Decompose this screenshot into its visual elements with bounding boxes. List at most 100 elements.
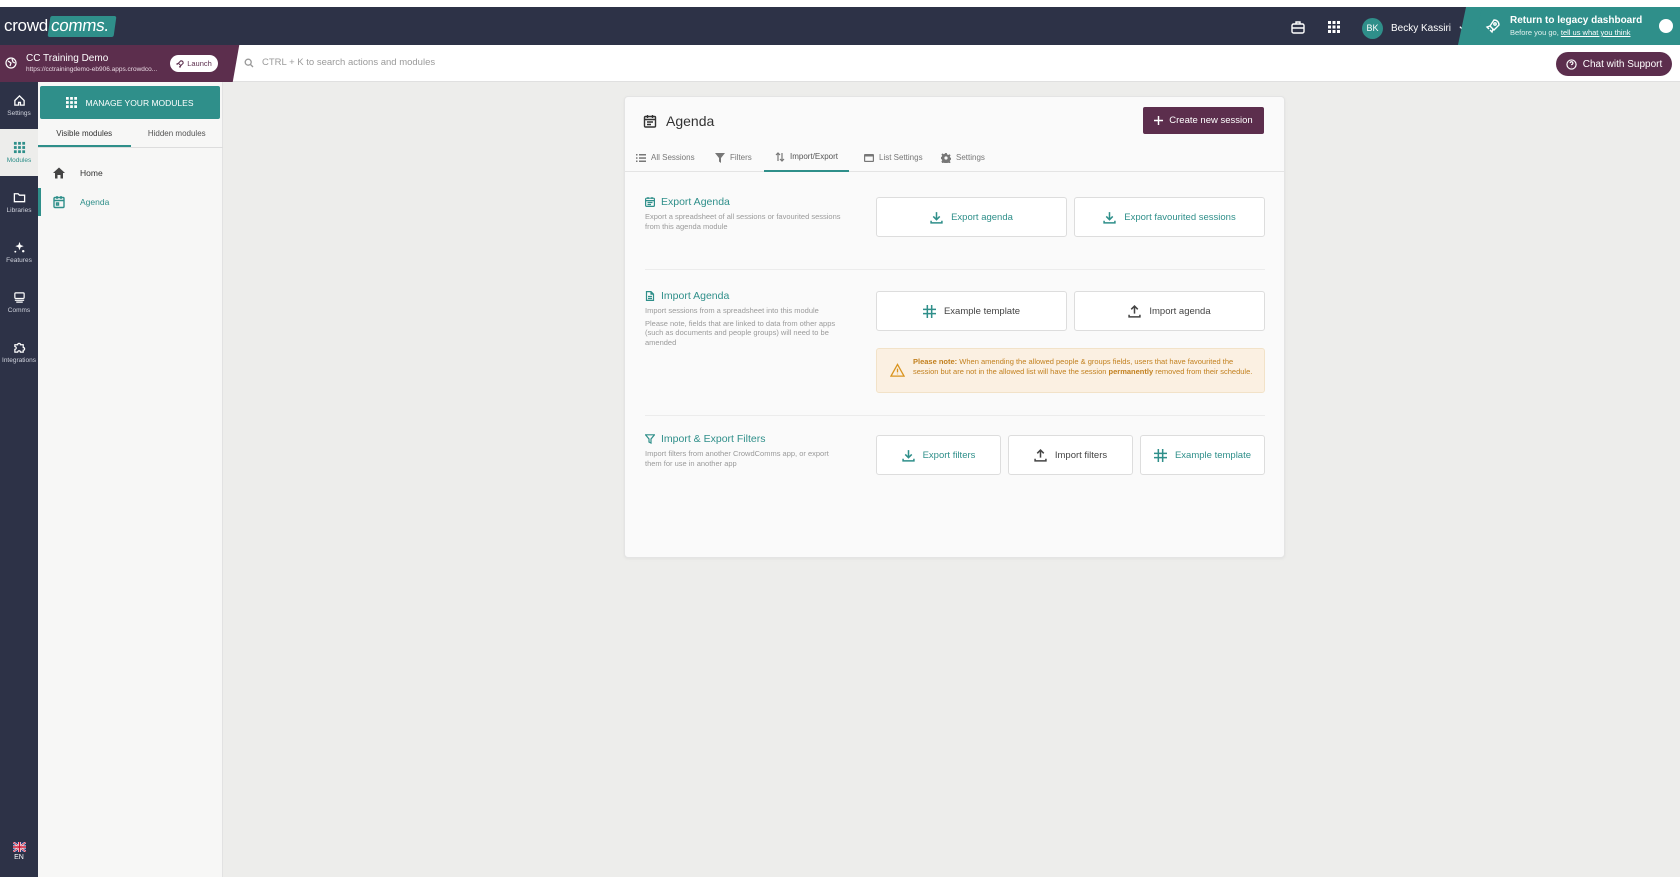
apps-grid-icon[interactable] [1326, 19, 1342, 35]
swap-vertical-icon [775, 151, 785, 162]
export-filters-button[interactable]: Export filters [876, 435, 1001, 475]
user-name: Becky Kassiri [1391, 22, 1452, 34]
grid-icon [66, 97, 78, 108]
module-label: Home [80, 168, 103, 178]
download-icon [1103, 211, 1116, 224]
crowdcomms-logo[interactable]: crowd comms. [4, 16, 117, 37]
legacy-sub-prefix: Before you go, [1510, 28, 1561, 37]
create-new-session-button[interactable]: Create new session [1143, 107, 1264, 134]
modules-panel: MANAGE YOUR MODULES Visible modules Hidd… [38, 82, 223, 877]
import-agenda-button[interactable]: Import agenda [1074, 291, 1265, 331]
app-bar: CC Training Demo https://cctrainingdemo-… [0, 45, 1680, 82]
module-item-home[interactable]: Home [38, 159, 223, 187]
folder-icon [13, 193, 25, 203]
feedback-link[interactable]: tell us what you think [1561, 28, 1631, 37]
gear-icon [941, 152, 951, 163]
plus-icon [1154, 116, 1164, 125]
button-label: Export agenda [951, 211, 1013, 223]
rail-label: Libraries [6, 207, 32, 214]
puzzle-icon [13, 342, 25, 353]
top-navigation-bar: crowd comms. BK Becky Kassiri [0, 7, 1680, 45]
hash-grid-icon [1153, 448, 1167, 462]
tab-label: All Sessions [651, 153, 695, 162]
user-menu[interactable]: BK Becky Kassiri [1362, 17, 1468, 39]
logo-text-a: crowd [4, 16, 48, 35]
comms-icon [13, 292, 25, 303]
button-label: Example template [943, 305, 1021, 317]
filter-icon [645, 434, 655, 444]
manage-modules-label: MANAGE YOUR MODULES [85, 97, 194, 108]
example-template-button[interactable]: Example template [876, 291, 1067, 331]
rocket-small-icon [176, 59, 184, 68]
section-description: Export a spreadsheet of all sessions or … [645, 212, 841, 231]
section-description-note: Please note, fields that are linked to d… [645, 318, 836, 347]
list-icon [636, 153, 646, 162]
rail-label: Modules [6, 157, 32, 164]
upload-icon [1128, 304, 1142, 318]
launch-label: Launch [187, 59, 212, 68]
import-filters-button[interactable]: Import filters [1008, 435, 1133, 475]
tab-label: Import/Export [790, 152, 839, 161]
section-description: Import sessions from a spreadsheet into … [645, 306, 819, 315]
tab-import-export[interactable]: Import/Export [764, 143, 850, 172]
tab-filters[interactable]: Filters [704, 143, 763, 172]
warning-text: Please note: When amending the allowed p… [913, 357, 1253, 376]
tab-label: List Settings [879, 153, 923, 162]
section-title-text: Import Agenda [661, 290, 730, 302]
tab-list-settings[interactable]: List Settings [853, 143, 934, 172]
tab-hidden-modules[interactable]: Hidden modules [131, 124, 224, 147]
tab-label: Settings [956, 153, 985, 162]
tab-visible-modules[interactable]: Visible modules [38, 124, 131, 147]
note-bold: Please note: [913, 357, 958, 366]
sparkle-icon [13, 241, 24, 253]
button-label: Export filters [922, 449, 976, 461]
language-selector[interactable]: EN [0, 841, 38, 861]
rail-item-features[interactable]: Features [0, 229, 38, 276]
rail-label: Features [6, 257, 32, 264]
rocket-icon [1485, 19, 1500, 34]
download-icon [930, 211, 943, 224]
section-divider [645, 269, 1265, 270]
window-icon [864, 153, 874, 162]
help-circle-icon [1566, 58, 1577, 70]
rail-item-comms[interactable]: Comms [0, 279, 38, 326]
page-title: Agenda [643, 113, 714, 129]
module-item-agenda[interactable]: Agenda [38, 188, 223, 216]
search-input[interactable]: CTRL + K to search actions and modules [244, 57, 435, 68]
filter-icon [715, 152, 725, 163]
button-label: Import filters [1054, 449, 1108, 461]
legacy-toggle[interactable] [1659, 19, 1673, 33]
note-text-2: removed from their schedule. [1153, 366, 1253, 376]
rail-item-libraries[interactable]: Libraries [0, 179, 38, 226]
filters-example-template-button[interactable]: Example template [1140, 435, 1265, 475]
note-bold-2: permanently [1108, 366, 1154, 376]
chat-label: Chat with Support [1582, 58, 1663, 70]
app-url: https://cctrainingdemo-eb906.apps.crowdc… [26, 66, 158, 73]
launch-button[interactable]: Launch [170, 55, 218, 72]
section-title-text: Export Agenda [661, 196, 730, 208]
user-avatar: BK [1362, 17, 1383, 39]
create-session-label: Create new session [1169, 115, 1253, 126]
return-to-legacy-banner[interactable]: Return to legacy dashboard Before you go… [1470, 7, 1680, 45]
window-top-strip [0, 0, 1680, 7]
manage-modules-button[interactable]: MANAGE YOUR MODULES [40, 86, 220, 119]
button-label: Example template [1174, 449, 1252, 461]
rail-item-settings[interactable]: Settings [0, 82, 38, 129]
tab-all-sessions[interactable]: All Sessions [625, 143, 706, 172]
agenda-tabs: All Sessions Filters Import/Export List … [625, 143, 1284, 172]
rail-label: Settings [7, 110, 31, 117]
rail-item-integrations[interactable]: Integrations [0, 329, 38, 376]
module-visibility-tabs: Visible modules Hidden modules [38, 124, 223, 148]
button-label: Import agenda [1149, 305, 1211, 317]
export-agenda-button[interactable]: Export agenda [876, 197, 1067, 237]
rail-item-modules[interactable]: Modules [0, 129, 38, 176]
hash-grid-icon [922, 304, 936, 318]
button-label: Export favourited sessions [1124, 211, 1236, 223]
calendar-icon [645, 197, 655, 207]
chat-with-support-button[interactable]: Chat with Support [1556, 52, 1672, 76]
tab-settings[interactable]: Settings [930, 143, 996, 172]
download-icon [901, 449, 915, 462]
language-label: EN [14, 854, 24, 861]
export-favourited-sessions-button[interactable]: Export favourited sessions [1074, 197, 1265, 237]
briefcase-icon[interactable] [1290, 19, 1306, 35]
